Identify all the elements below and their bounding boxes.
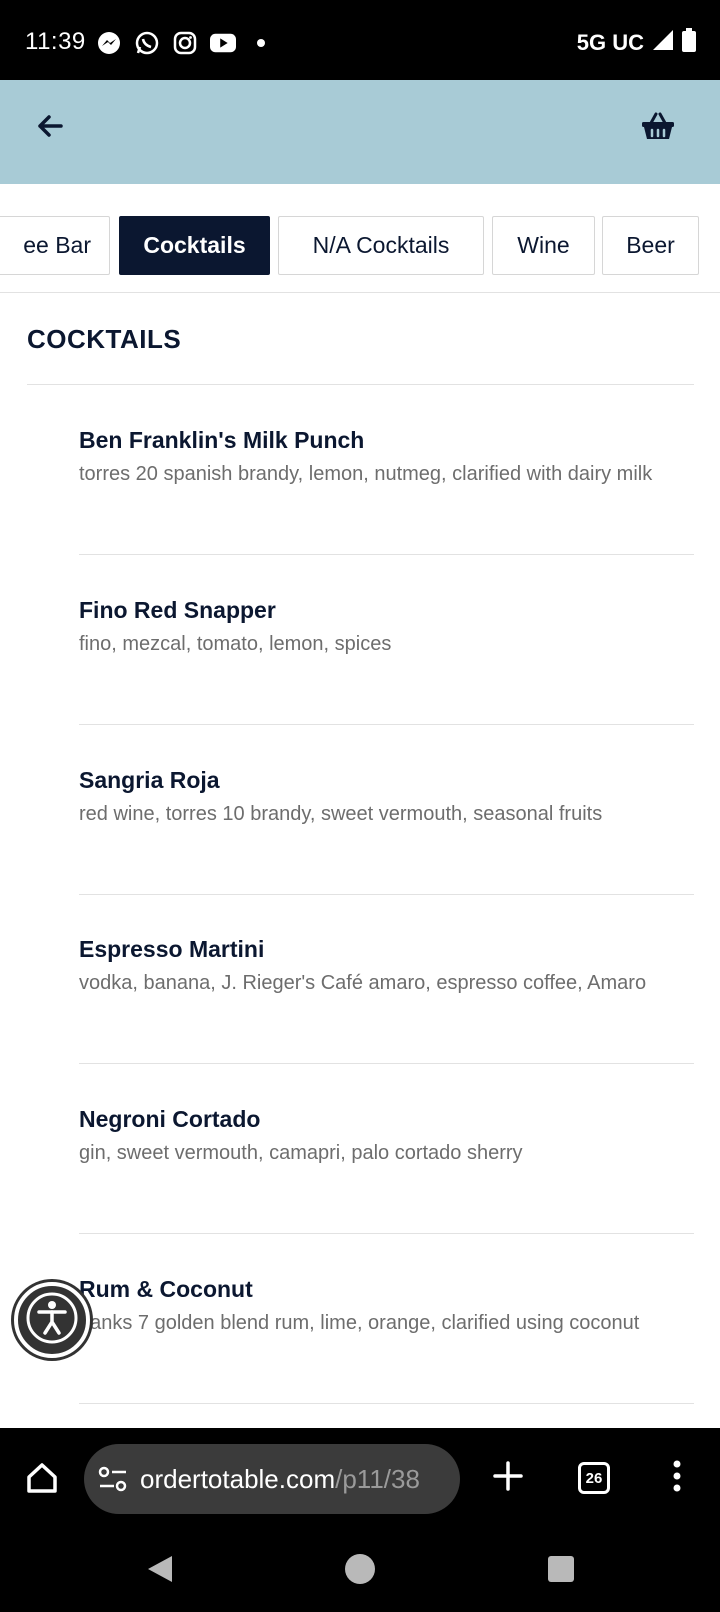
arrow-left-icon bbox=[35, 111, 65, 146]
item-description: gin, sweet vermouth, camapri, palo corta… bbox=[79, 1142, 523, 1164]
accessibility-button[interactable] bbox=[14, 1282, 90, 1358]
browser-toolbar: ordertotable.com/p11/38 26 bbox=[0, 1428, 720, 1530]
url-text: ordertotable.com/p11/38 bbox=[140, 1464, 420, 1495]
nav-back-icon[interactable] bbox=[146, 1554, 174, 1589]
home-icon bbox=[25, 1461, 59, 1500]
item-description: red wine, torres 10 brandy, sweet vermou… bbox=[79, 803, 603, 825]
section-title: COCKTAILS bbox=[27, 324, 182, 354]
nav-home-icon[interactable] bbox=[345, 1554, 375, 1584]
menu-item-negroni-cortado[interactable]: Negroni Cortado gin, sweet vermouth, cam… bbox=[79, 1064, 694, 1234]
item-description: vodka, banana, J. Rieger's Café amaro, e… bbox=[79, 972, 647, 994]
url-path: /p11/38 bbox=[335, 1464, 420, 1494]
basket-icon bbox=[641, 111, 675, 146]
more-vertical-icon bbox=[672, 1460, 682, 1497]
item-description: fino, mezcal, tomato, lemon, spices bbox=[79, 633, 392, 655]
site-settings-icon[interactable] bbox=[98, 1466, 128, 1492]
back-button[interactable] bbox=[28, 106, 72, 150]
tab-coffee-bar[interactable]: ee Bar bbox=[0, 216, 110, 275]
basket-button[interactable] bbox=[636, 106, 680, 150]
tab-switcher-button[interactable]: 26 bbox=[578, 1462, 610, 1494]
tab-wine[interactable]: Wine bbox=[492, 216, 595, 275]
menu-item-fino-red-snapper[interactable]: Fino Red Snapper fino, mezcal, tomato, l… bbox=[79, 555, 694, 725]
menu-item-espresso-martini[interactable]: Espresso Martini vodka, banana, J. Riege… bbox=[79, 894, 694, 1064]
browser-home-button[interactable] bbox=[20, 1458, 64, 1502]
tab-cocktails[interactable]: Cocktails bbox=[119, 216, 270, 275]
notification-icons bbox=[96, 30, 274, 56]
whatsapp-icon bbox=[134, 30, 160, 56]
messenger-icon bbox=[96, 30, 122, 56]
category-tabs: ee Bar Cocktails N/A Cocktails Wine Beer bbox=[0, 184, 720, 293]
signal-icon bbox=[652, 29, 674, 57]
new-tab-button[interactable] bbox=[488, 1456, 528, 1500]
status-time: 11:39 bbox=[25, 28, 86, 55]
item-name: Ben Franklin's Milk Punch bbox=[79, 427, 365, 453]
system-nav-bar bbox=[0, 1530, 720, 1612]
nav-recents-icon[interactable] bbox=[548, 1556, 574, 1582]
instagram-icon bbox=[172, 30, 198, 56]
item-name: Sangria Roja bbox=[79, 767, 220, 793]
status-right: 5G UC bbox=[577, 28, 696, 58]
app-header bbox=[0, 80, 720, 184]
accessibility-icon bbox=[24, 1290, 80, 1351]
youtube-icon bbox=[210, 30, 236, 56]
dot-icon bbox=[248, 30, 274, 56]
item-description: torres 20 spanish brandy, lemon, nutmeg,… bbox=[79, 463, 653, 485]
plus-icon bbox=[493, 1460, 523, 1496]
tab-beer[interactable]: Beer bbox=[602, 216, 699, 275]
item-name: Rum & Coconut bbox=[79, 1276, 253, 1302]
url-domain: ordertotable.com bbox=[140, 1464, 336, 1494]
menu-item-ben-franklins-milk-punch[interactable]: Ben Franklin's Milk Punch torres 20 span… bbox=[79, 385, 694, 555]
status-bar: 11:39 5G UC bbox=[0, 0, 720, 80]
tab-na-cocktails[interactable]: N/A Cocktails bbox=[278, 216, 484, 275]
item-name: Negroni Cortado bbox=[79, 1106, 261, 1132]
item-description: banks 7 golden blend rum, lime, orange, … bbox=[79, 1312, 640, 1334]
battery-icon bbox=[682, 28, 696, 58]
more-menu-button[interactable] bbox=[664, 1456, 690, 1500]
menu-item-rum-and-coconut[interactable]: Rum & Coconut banks 7 golden blend rum, … bbox=[79, 1234, 694, 1404]
menu-item-sangria-roja[interactable]: Sangria Roja red wine, torres 10 brandy,… bbox=[79, 725, 694, 895]
address-bar[interactable]: ordertotable.com/p11/38 bbox=[84, 1444, 460, 1514]
item-name: Fino Red Snapper bbox=[79, 597, 276, 623]
item-name: Espresso Martini bbox=[79, 936, 265, 962]
network-label: 5G UC bbox=[576, 30, 644, 55]
